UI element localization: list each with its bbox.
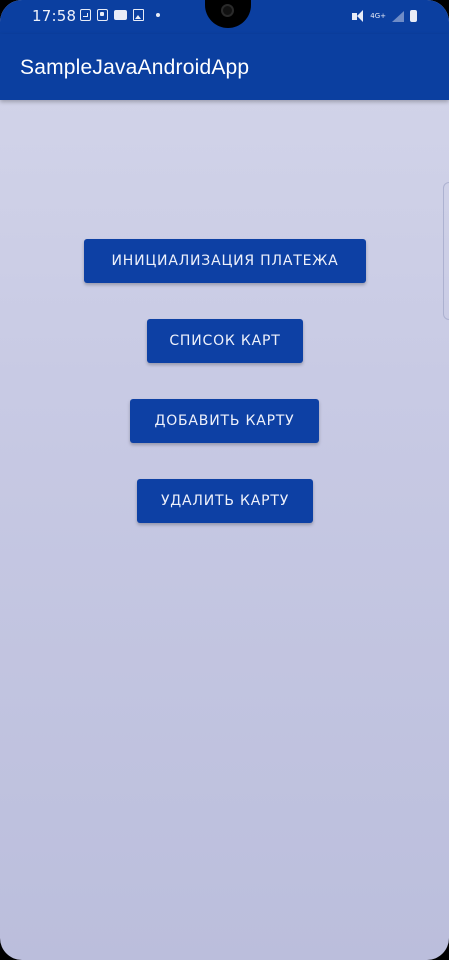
delete-card-button[interactable]: УДАЛИТЬ КАРТУ (137, 479, 313, 523)
status-bar: 17:58 4G+ (0, 0, 449, 34)
battery-icon (410, 10, 417, 22)
lte-icon: 4G+ (370, 11, 386, 20)
phone-screen: 17:58 4G+ SampleJavaAndroidApp ИНИЦИАЛИЗ… (0, 0, 449, 960)
status-time: 17:58 (32, 7, 77, 25)
dot-icon (156, 13, 160, 17)
notification-icons (80, 9, 160, 21)
chat-icon (97, 9, 108, 21)
app-title: SampleJavaAndroidApp (20, 56, 250, 79)
edge-panel-handle[interactable] (443, 182, 449, 320)
signal-icon (392, 10, 404, 22)
image-icon (133, 9, 144, 21)
video-icon (114, 10, 127, 20)
add-card-button[interactable]: ДОБАВИТЬ КАРТУ (130, 399, 319, 443)
camera-notch (205, 0, 251, 28)
card-list-button[interactable]: СПИСОК КАРТ (147, 319, 303, 363)
mute-icon (352, 9, 364, 22)
camera-icon (221, 4, 234, 17)
system-icons: 4G+ (352, 9, 417, 22)
init-payment-button[interactable]: ИНИЦИАЛИЗАЦИЯ ПЛАТЕЖА (84, 239, 366, 283)
g-icon (80, 9, 91, 21)
app-bar: SampleJavaAndroidApp (0, 34, 449, 100)
